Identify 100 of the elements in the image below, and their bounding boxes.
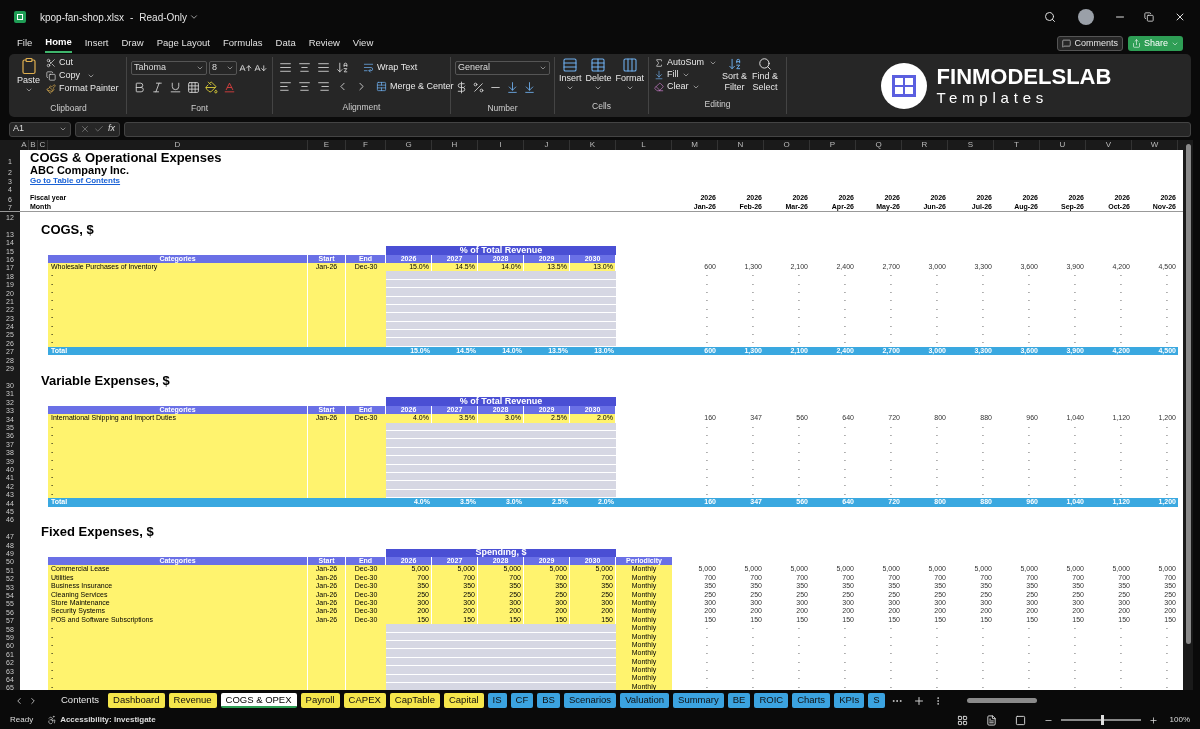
currency-icon[interactable] — [455, 81, 468, 94]
excel-icon[interactable] — [14, 11, 26, 23]
ribbon-tab[interactable]: Data — [275, 34, 296, 53]
name-box[interactable]: A1 — [9, 121, 71, 137]
comments-button[interactable]: Comments — [1057, 36, 1123, 51]
chevron-down-icon — [594, 84, 603, 92]
chevron-down-icon — [539, 64, 547, 72]
borders-icon[interactable] — [187, 81, 200, 94]
cancel-icon[interactable] — [80, 124, 90, 134]
ribbon-tab[interactable]: Review — [308, 34, 340, 53]
ribbon-tab[interactable]: Page Layout — [156, 34, 210, 53]
fill-color-icon[interactable] — [205, 81, 218, 94]
align-right-icon[interactable] — [317, 80, 330, 93]
paintbrush-icon — [46, 83, 56, 94]
paste-button[interactable]: Paste — [15, 57, 42, 94]
sheet-tab[interactable]: CapTable — [389, 693, 440, 708]
sheet-tab[interactable]: Scenarios — [563, 693, 617, 708]
previous-sheet-icon[interactable] — [14, 695, 24, 706]
align-bottom-icon[interactable] — [317, 61, 330, 74]
copy-button[interactable]: Copy — [46, 70, 119, 81]
wrap-text-icon — [363, 62, 374, 73]
share-icon — [1131, 39, 1141, 48]
restore-icon[interactable] — [1144, 12, 1154, 22]
formula-input[interactable] — [124, 121, 1191, 137]
vertical-scrollbar[interactable] — [1183, 140, 1193, 690]
table-icon — [590, 57, 607, 73]
chevron-down-icon — [24, 86, 33, 94]
format-button[interactable]: Format — [615, 57, 644, 92]
align-left-icon[interactable] — [279, 80, 292, 93]
sheet-tab[interactable]: Revenue — [168, 693, 217, 708]
sheet-tab[interactable]: BE — [727, 693, 751, 708]
percent-icon[interactable] — [472, 81, 485, 94]
sheet-tab[interactable]: Valuation — [620, 693, 670, 708]
read-only-dropdown[interactable]: Read-Only — [139, 9, 200, 25]
font-size-field[interactable]: 8 — [209, 61, 237, 75]
font-color-icon[interactable] — [223, 81, 236, 94]
sheet-tab[interactable]: CF — [510, 693, 534, 708]
format-painter-button[interactable]: Format Painter — [46, 83, 119, 94]
find-select-button[interactable]: Find & Select — [752, 57, 779, 93]
sheet-tab[interactable]: ROIC — [754, 693, 789, 708]
group-label: Editing — [704, 99, 731, 109]
chevron-down-icon — [566, 84, 575, 92]
section-title: Variable Expenses, $ — [40, 374, 170, 388]
contents-link[interactable]: Go to Table of Contents — [20, 176, 121, 185]
normal-view-icon[interactable] — [956, 714, 968, 726]
sheet-tab[interactable]: Summary — [673, 693, 724, 708]
ribbon-tab[interactable]: Draw — [121, 34, 144, 53]
page-layout-icon[interactable] — [985, 714, 997, 726]
ribbon-tab[interactable]: File — [17, 34, 33, 53]
bold-icon[interactable] — [133, 81, 146, 94]
sheet-tab[interactable]: CAPEX — [343, 693, 386, 708]
sheet-tab[interactable]: Charts — [792, 693, 831, 708]
group-label: Clipboard — [50, 103, 87, 113]
increase-decimal-icon[interactable] — [506, 81, 519, 94]
function-button[interactable]: fx — [108, 122, 115, 136]
zoom-level[interactable]: 100% — [1169, 714, 1190, 726]
fill-button[interactable]: Fill — [654, 69, 718, 80]
next-sheet-icon[interactable] — [28, 695, 38, 706]
close-icon[interactable] — [1174, 11, 1186, 23]
sheet-tab[interactable]: Contents — [56, 693, 105, 708]
align-middle-icon[interactable] — [298, 61, 311, 74]
underline-icon[interactable] — [169, 81, 182, 94]
decrease-decimal-icon[interactable] — [523, 81, 536, 94]
zoom-thumb[interactable] — [1100, 715, 1104, 725]
add-sheet-icon[interactable] — [912, 694, 925, 707]
table-columns-icon — [621, 57, 638, 73]
insert-button[interactable]: Insert — [558, 57, 582, 92]
group-label: Font — [191, 103, 208, 113]
page-break-icon[interactable] — [1014, 714, 1026, 726]
sort-filter-button[interactable]: Sort & Filter — [722, 57, 748, 93]
sheet-tab[interactable]: Dashboard — [108, 693, 165, 708]
search-icon — [758, 57, 773, 71]
sheet-tab[interactable]: IS — [487, 693, 507, 708]
sheet-tab[interactable]: KPIs — [834, 693, 865, 708]
ribbon-tab[interactable]: View — [352, 34, 374, 53]
number-format-field[interactable]: General — [455, 61, 550, 75]
wrap-text-button[interactable]: Wrap Text — [363, 62, 418, 73]
align-top-icon[interactable] — [279, 61, 292, 74]
align-center-icon[interactable] — [298, 80, 311, 93]
sheet-tab[interactable]: BS — [537, 693, 560, 708]
sheet-tab[interactable]: S — [868, 693, 885, 708]
sheet-tab[interactable]: Capital — [443, 693, 484, 708]
zoom-in-icon[interactable] — [1148, 715, 1158, 725]
ribbon-tab[interactable]: Insert — [84, 34, 109, 53]
orientation-icon[interactable] — [336, 61, 349, 74]
search-icon[interactable] — [1044, 11, 1056, 23]
ribbon-tab[interactable]: Formulas — [223, 34, 263, 53]
sheet-tab[interactable]: Payroll — [300, 693, 340, 708]
italic-icon[interactable] — [151, 81, 164, 94]
clear-button[interactable]: Clear — [654, 81, 718, 92]
avatar[interactable] — [1078, 9, 1094, 25]
accessibility-button[interactable]: Accessibility: Investigate — [47, 714, 156, 726]
sheet-tab[interactable]: COGS & OPEX — [220, 693, 297, 708]
delete-button[interactable]: Delete — [585, 57, 612, 92]
autosum-button[interactable]: AutoSum — [654, 57, 718, 68]
band-header: % of Total Revenue — [386, 246, 616, 255]
merge-center-button[interactable]: Merge & Center — [376, 81, 467, 92]
cut-button[interactable]: Cut — [46, 57, 119, 68]
logo-name: FINMODELSLAB — [936, 66, 1112, 88]
font-family-field[interactable]: Tahoma — [131, 61, 207, 75]
